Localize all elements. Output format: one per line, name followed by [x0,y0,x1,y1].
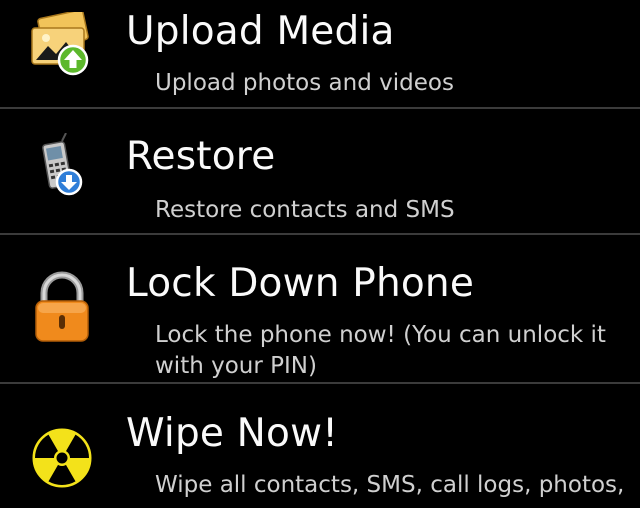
radiation-icon [26,422,98,494]
menu-item-lock-down-phone[interactable]: Lock Down Phone Lock the phone now! (You… [0,235,640,382]
restore-phone-icon [26,133,98,205]
menu-item-description: Wipe all contacts, SMS, call logs, photo… [155,472,625,498]
menu-item-description: Upload photos and videos [155,70,454,96]
upload-media-icon [26,12,98,84]
menu-item-restore[interactable]: Restore Restore contacts and SMS [0,109,640,233]
menu-item-title: Wipe Now! [126,411,339,456]
menu-item-description: Restore contacts and SMS [155,197,455,223]
padlock-icon [26,271,98,343]
menu-item-title: Restore [126,134,276,179]
menu-item-wipe-now[interactable]: Wipe Now! Wipe all contacts, SMS, call l… [0,384,640,508]
menu-item-upload-media[interactable]: Upload Media Upload photos and videos [0,0,640,107]
menu-item-title: Upload Media [126,9,395,54]
menu-item-title: Lock Down Phone [126,261,475,306]
menu-item-description: Lock the phone now! (You can unlock it w… [155,322,606,379]
